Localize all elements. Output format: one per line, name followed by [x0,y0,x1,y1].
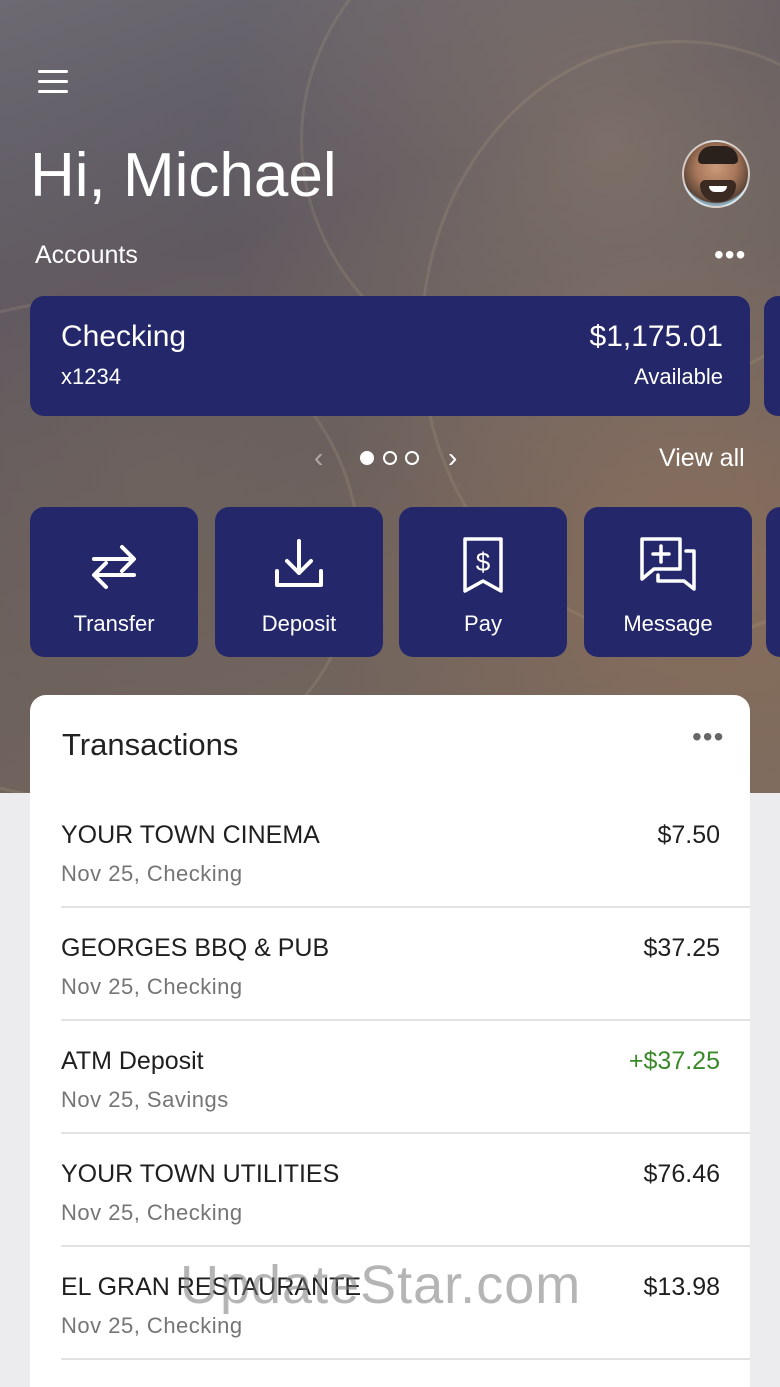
transaction-merchant: YOUR TOWN CINEMA [61,821,320,849]
view-all-link[interactable]: View all [659,444,745,473]
message-plus-icon [640,537,696,591]
greeting-title: Hi, Michael [30,141,337,210]
transaction-amount: $13.98 [643,1273,720,1301]
transaction-merchant: GEORGES BBQ & PUB [61,934,330,962]
pay-button[interactable]: $ Pay [399,507,567,657]
transfer-button[interactable]: Transfer [30,507,198,657]
deposit-label: Deposit [261,611,337,636]
transaction-row[interactable]: YOUR TOWN UTILITIES Nov 25, Checking $76… [61,1134,750,1247]
accounts-more-icon[interactable]: ••• [714,241,746,269]
transaction-date-account: Nov 25, Checking [61,1313,243,1338]
transaction-amount: $37.25 [643,934,720,962]
chevron-right-icon[interactable]: › [448,442,457,474]
next-action-peek[interactable] [766,507,780,657]
next-account-card-peek[interactable] [764,296,780,416]
account-name: Checking [61,320,187,353]
transfer-label: Transfer [73,611,155,636]
transaction-row[interactable]: GEORGES BBQ & PUB Nov 25, Checking $37.2… [61,908,750,1021]
download-deposit-icon [275,539,323,587]
transaction-row[interactable]: ATM Deposit Nov 25, Savings +$37.25 [61,1021,750,1134]
balance-label: Available [634,364,723,389]
pager-dot[interactable] [383,451,397,465]
deposit-button[interactable]: Deposit [215,507,383,657]
chevron-left-icon[interactable]: ‹ [314,442,323,474]
profile-avatar[interactable] [682,140,750,208]
hamburger-menu-icon[interactable] [38,70,70,96]
transactions-title: Transactions [62,727,239,762]
transaction-date-account: Nov 25, Checking [61,861,243,886]
svg-text:$: $ [476,547,491,577]
transaction-amount: +$37.25 [628,1047,720,1075]
account-card-checking[interactable]: Checking x1234 $1,175.01 Available [30,296,750,416]
pay-label: Pay [464,611,502,636]
transactions-more-icon[interactable]: ••• [692,723,724,751]
transaction-merchant: ATM Deposit [61,1047,204,1075]
transaction-merchant: YOUR TOWN UTILITIES [61,1160,340,1188]
transaction-amount: $76.46 [643,1160,720,1188]
transfer-arrows-icon [92,545,136,589]
transaction-amount: $7.50 [657,821,720,849]
transaction-date-account: Nov 25, Savings [61,1087,229,1112]
pager-dot-active[interactable] [360,451,374,465]
transaction-row[interactable]: YOUR TOWN CINEMA Nov 25, Checking $7.50 [61,795,750,908]
accounts-label: Accounts [35,241,138,269]
account-balance: $1,175.01 [589,320,723,353]
transaction-date-account: Nov 25, Checking [61,1200,243,1225]
watermark-text: UpdateStar.com [180,1255,582,1315]
account-pager: ‹ › [310,440,470,476]
message-button[interactable]: Message [584,507,752,657]
transaction-date-account: Nov 25, Checking [61,974,243,999]
account-number: x1234 [61,364,121,389]
pager-dot[interactable] [405,451,419,465]
dollar-receipt-icon: $ [463,537,503,593]
message-label: Message [623,611,713,636]
